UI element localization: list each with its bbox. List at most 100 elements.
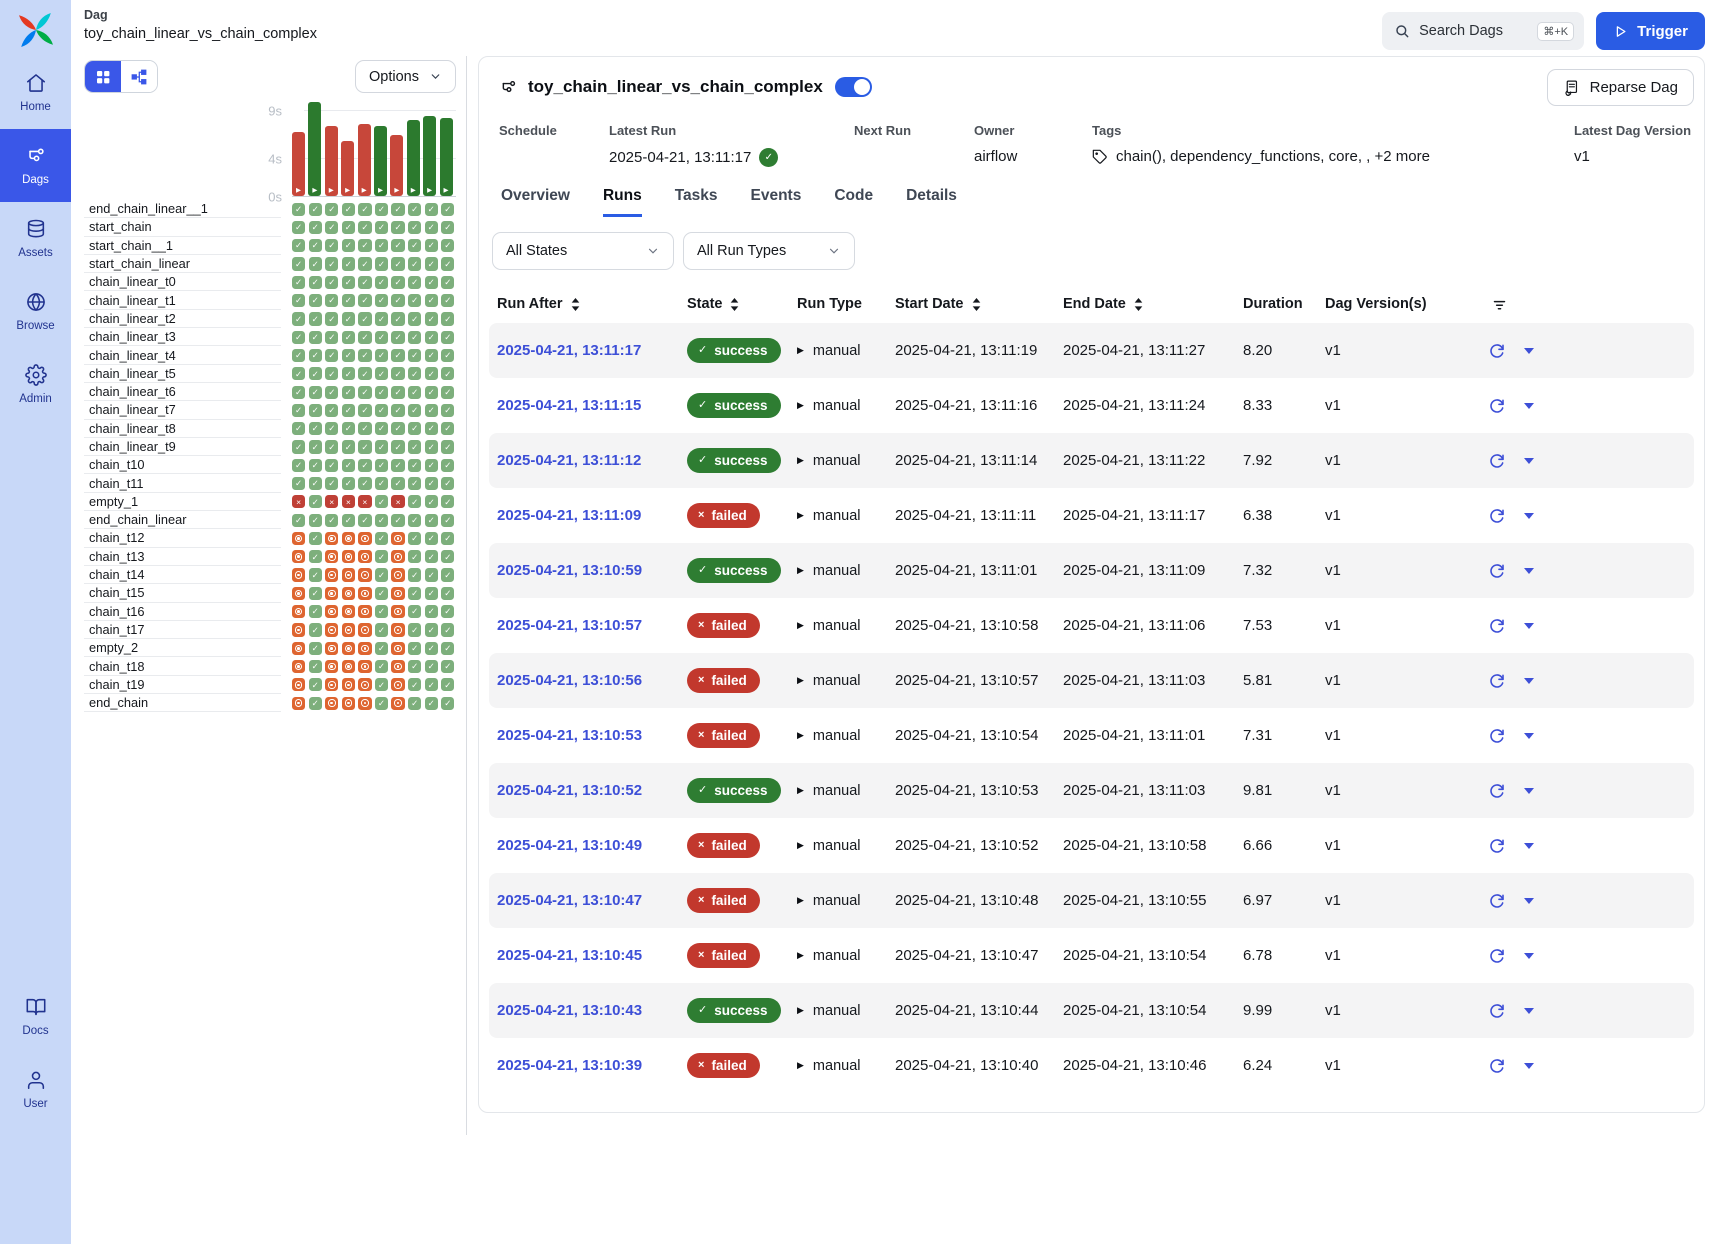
task-instance-square[interactable] [391, 623, 404, 636]
task-instance-square[interactable]: ✓ [441, 331, 454, 344]
task-instance-square[interactable]: ✓ [309, 514, 322, 527]
task-instance-square[interactable]: ✓ [425, 203, 438, 216]
task-instance-square[interactable]: ✓ [425, 386, 438, 399]
task-instance-square[interactable]: ✓ [375, 312, 388, 325]
task-instance-square[interactable]: ✓ [342, 367, 355, 380]
task-instance-square[interactable] [325, 642, 338, 655]
task-instance-square[interactable] [391, 532, 404, 545]
task-instance-square[interactable] [391, 568, 404, 581]
task-instance-square[interactable]: ✓ [441, 349, 454, 362]
task-instance-square[interactable]: ✓ [309, 312, 322, 325]
task-instance-square[interactable]: ✓ [425, 459, 438, 472]
task-instance-square[interactable] [325, 587, 338, 600]
task-instance-square[interactable] [292, 605, 305, 618]
task-name[interactable]: start_chain__1 [84, 237, 281, 255]
task-name[interactable]: chain_linear_t2 [84, 310, 281, 328]
task-instance-square[interactable] [391, 605, 404, 618]
retry-run-icon[interactable] [1489, 453, 1505, 469]
task-instance-square[interactable]: ✓ [325, 221, 338, 234]
task-instance-square[interactable]: ✓ [408, 550, 421, 563]
run-duration-bar[interactable]: ▶ [374, 126, 387, 196]
task-instance-square[interactable]: ✓ [425, 514, 438, 527]
task-instance-square[interactable]: ✓ [309, 386, 322, 399]
retry-run-icon[interactable] [1489, 618, 1505, 634]
task-instance-square[interactable]: ✓ [375, 203, 388, 216]
task-instance-square[interactable] [325, 678, 338, 691]
task-instance-square[interactable]: ✓ [408, 605, 421, 618]
task-instance-square[interactable]: ✓ [325, 422, 338, 435]
retry-run-icon[interactable] [1489, 673, 1505, 689]
run-after-link[interactable]: 2025-04-21, 13:10:59 [497, 562, 642, 579]
task-instance-square[interactable]: ✓ [292, 459, 305, 472]
state-badge[interactable]: ✓success [687, 778, 781, 803]
retry-run-icon[interactable] [1489, 1003, 1505, 1019]
task-instance-square[interactable] [358, 550, 371, 563]
task-instance-square[interactable] [325, 660, 338, 673]
task-instance-square[interactable]: ✓ [358, 221, 371, 234]
task-instance-square[interactable] [325, 623, 338, 636]
task-instance-square[interactable] [358, 697, 371, 710]
sidebar-item-docs[interactable]: Docs [0, 980, 71, 1053]
task-instance-square[interactable]: ✓ [391, 404, 404, 417]
task-instance-square[interactable]: ✓ [441, 367, 454, 380]
sidebar-item-assets[interactable]: Assets [0, 202, 71, 275]
task-name[interactable]: chain_t18 [84, 657, 281, 675]
task-name[interactable]: chain_linear_t3 [84, 328, 281, 346]
task-instance-square[interactable] [358, 587, 371, 600]
task-instance-square[interactable]: ✓ [309, 203, 322, 216]
tab-runs[interactable]: Runs [603, 187, 642, 217]
task-instance-square[interactable]: ✓ [391, 276, 404, 289]
state-badge[interactable]: ✓success [687, 338, 781, 363]
task-instance-square[interactable]: ✓ [375, 550, 388, 563]
task-instance-square[interactable]: ✓ [342, 294, 355, 307]
task-instance-square[interactable] [342, 678, 355, 691]
run-duration-bar[interactable]: ▶ [358, 124, 371, 196]
task-instance-square[interactable]: ✓ [375, 386, 388, 399]
task-instance-square[interactable]: ✓ [408, 203, 421, 216]
task-instance-square[interactable]: ✓ [408, 532, 421, 545]
airflow-logo[interactable] [0, 0, 71, 56]
tab-overview[interactable]: Overview [501, 187, 570, 217]
task-instance-square[interactable]: ✓ [292, 294, 305, 307]
task-instance-square[interactable]: ✓ [292, 440, 305, 453]
task-name[interactable]: chain_linear_t6 [84, 383, 281, 401]
task-instance-square[interactable]: ✓ [375, 422, 388, 435]
task-instance-square[interactable] [292, 587, 305, 600]
task-name[interactable]: chain_linear_t9 [84, 438, 281, 456]
task-instance-square[interactable]: ✓ [391, 459, 404, 472]
task-instance-square[interactable]: ✓ [425, 605, 438, 618]
task-instance-square[interactable]: ✓ [358, 459, 371, 472]
task-instance-square[interactable]: ✓ [309, 331, 322, 344]
run-duration-bar[interactable]: ▶ [407, 120, 420, 196]
task-instance-square[interactable]: × [325, 495, 338, 508]
task-instance-square[interactable]: ✓ [425, 349, 438, 362]
task-instance-square[interactable]: ✓ [408, 568, 421, 581]
task-instance-square[interactable]: ✓ [342, 514, 355, 527]
task-instance-square[interactable]: ✓ [309, 605, 322, 618]
task-name[interactable]: chain_linear_t1 [84, 291, 281, 309]
task-instance-square[interactable]: ✓ [408, 294, 421, 307]
task-instance-square[interactable]: ✓ [408, 697, 421, 710]
task-instance-square[interactable]: ✓ [358, 440, 371, 453]
task-instance-square[interactable]: ✓ [408, 678, 421, 691]
state-badge[interactable]: ×failed [687, 833, 760, 858]
task-instance-square[interactable]: ✓ [441, 495, 454, 508]
task-instance-square[interactable]: ✓ [375, 495, 388, 508]
task-instance-square[interactable]: ✓ [358, 276, 371, 289]
state-badge[interactable]: ×failed [687, 943, 760, 968]
run-actions-caret-icon[interactable] [1524, 513, 1534, 519]
task-instance-square[interactable]: ✓ [358, 312, 371, 325]
run-after-link[interactable]: 2025-04-21, 13:11:15 [497, 397, 641, 414]
task-instance-square[interactable]: ✓ [309, 422, 322, 435]
task-instance-square[interactable]: ✓ [292, 276, 305, 289]
task-instance-square[interactable]: ✓ [342, 477, 355, 490]
tab-details[interactable]: Details [906, 187, 957, 217]
state-badge[interactable]: ×failed [687, 503, 760, 528]
task-instance-square[interactable]: ✓ [309, 495, 322, 508]
run-actions-caret-icon[interactable] [1524, 678, 1534, 684]
task-instance-square[interactable]: ✓ [408, 257, 421, 270]
run-actions-caret-icon[interactable] [1524, 843, 1534, 849]
task-name[interactable]: end_chain_linear__1 [84, 200, 281, 218]
column-header-run-after[interactable]: Run After [497, 296, 687, 312]
task-instance-square[interactable]: ✓ [441, 660, 454, 673]
